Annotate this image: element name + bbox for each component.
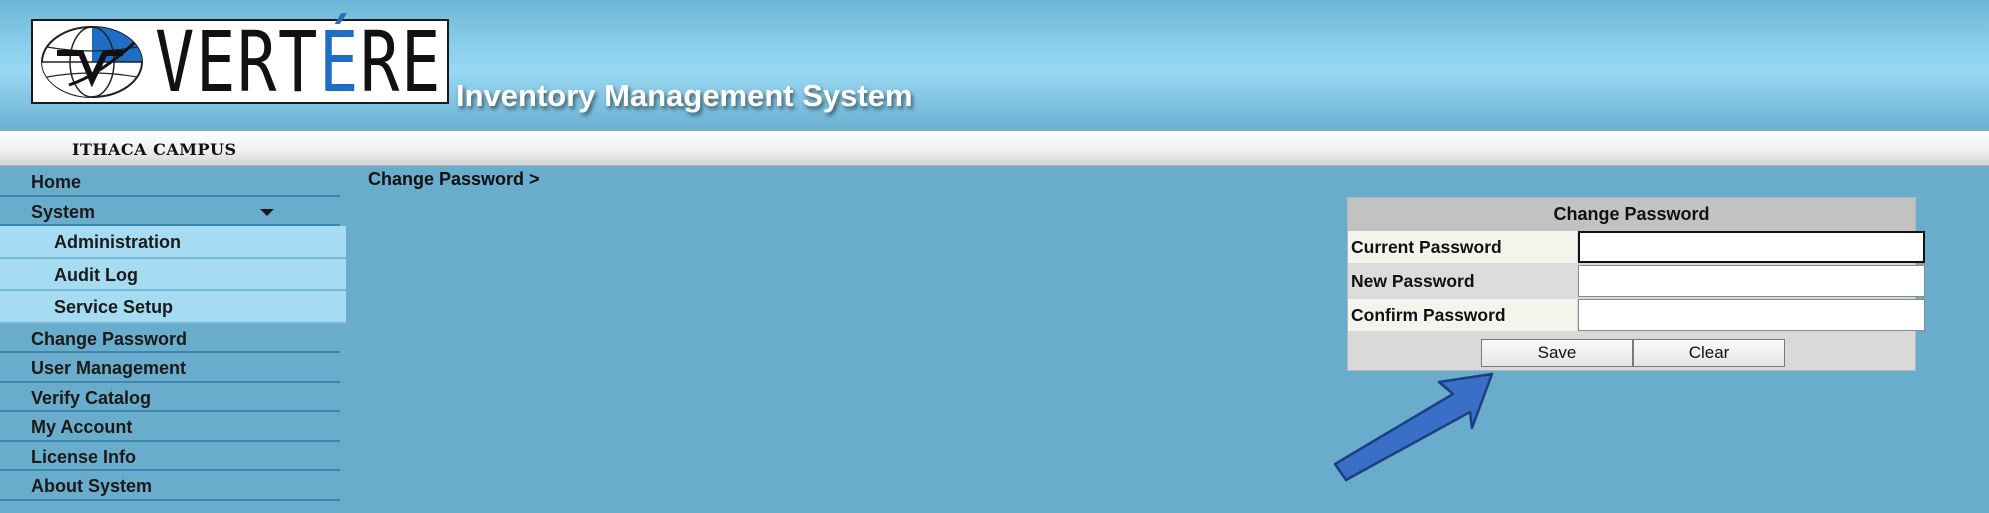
sidebar-item-label: Verify Catalog xyxy=(31,387,152,408)
app-title: Inventory Management System xyxy=(456,78,913,113)
vertere-logo: VERTÉRE xyxy=(31,19,449,104)
new-password-row: New Password xyxy=(1348,265,1925,299)
current-password-row: Current Password xyxy=(1348,231,1925,265)
sidebar-item-label: System xyxy=(31,201,96,222)
sidebar-item-verify-catalog[interactable]: Verify Catalog xyxy=(0,383,340,412)
sidebar-item-label: Change Password xyxy=(31,328,188,349)
change-password-panel: Change Password Current Password New Pas… xyxy=(1347,197,1925,371)
sidebar-item-system[interactable]: System xyxy=(0,197,340,226)
new-password-field[interactable] xyxy=(1578,265,1925,297)
sidebar-item-administration[interactable]: Administration xyxy=(0,226,346,259)
sidebar-item-my-account[interactable]: My Account xyxy=(0,412,340,442)
breadcrumb: Change Password > xyxy=(368,169,540,189)
current-password-field[interactable] xyxy=(1578,231,1925,263)
logo-wordmark: VERTÉRE xyxy=(155,20,442,104)
new-password-label: New Password xyxy=(1348,265,1577,297)
sidebar-item-about-system[interactable]: About System xyxy=(0,471,340,501)
sidebar-item-label: Home xyxy=(31,172,82,192)
caret-down-icon[interactable] xyxy=(260,208,274,216)
sidebar-item-home[interactable]: Home xyxy=(0,167,340,197)
sidebar-item-label: License Info xyxy=(31,446,137,467)
sidebar-item-license-info[interactable]: License Info xyxy=(0,442,340,471)
sidebar-item-user-management[interactable]: User Management xyxy=(0,353,340,383)
annotation-arrow-icon xyxy=(1333,372,1494,482)
sidebar-item-label: Service Setup xyxy=(54,297,174,317)
logo-text-suffix: RE xyxy=(360,13,443,111)
sidebar-item-label: User Management xyxy=(31,358,187,378)
sidebar-nav: Home System Administration Audit Log Ser… xyxy=(0,167,346,501)
sidebar-item-service-setup[interactable]: Service Setup xyxy=(0,291,346,324)
globe-logo-icon xyxy=(41,26,143,98)
panel-title: Change Password xyxy=(1348,198,1915,231)
logo-text-prefix: VERT xyxy=(155,13,320,111)
sidebar-item-change-password[interactable]: Change Password xyxy=(0,324,340,353)
confirm-password-label: Confirm Password xyxy=(1348,299,1577,331)
sidebar-item-label: My Account xyxy=(31,417,133,437)
confirm-password-row: Confirm Password xyxy=(1348,299,1925,333)
sidebar-item-label: About System xyxy=(31,476,153,496)
campus-bar: ITHACA CAMPUS xyxy=(0,131,1989,166)
confirm-password-field[interactable] xyxy=(1578,299,1925,331)
sidebar-item-label: Administration xyxy=(54,232,182,252)
sidebar-item-label: Audit Log xyxy=(54,264,138,285)
app-header: VERTÉRE Inventory Management System xyxy=(0,0,1989,131)
campus-label: ITHACA CAMPUS xyxy=(72,140,237,159)
logo-text-accent: É xyxy=(319,13,361,111)
clear-button[interactable]: Clear xyxy=(1633,339,1785,367)
sidebar-item-audit-log[interactable]: Audit Log xyxy=(0,258,346,291)
current-password-label: Current Password xyxy=(1348,231,1577,263)
